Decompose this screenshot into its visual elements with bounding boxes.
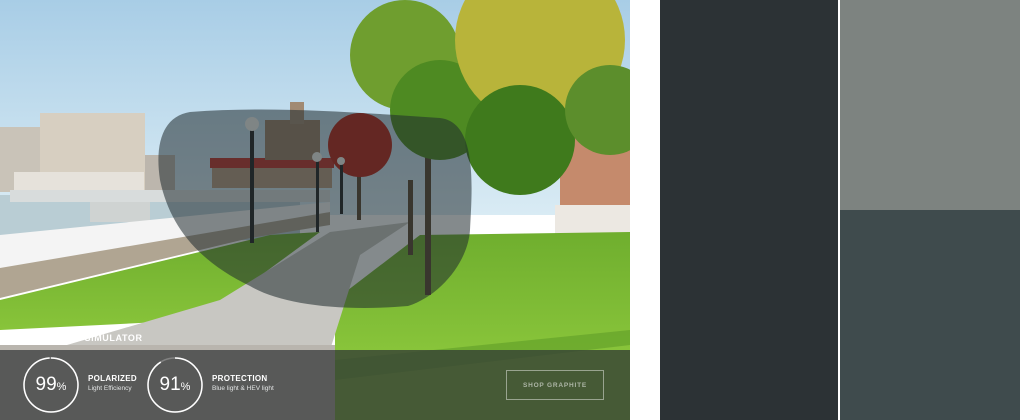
shop-graphite-button[interactable]: SHOP GRAPHITE <box>506 370 604 400</box>
lens-simulator: REVO LENS SIMULATOR 99% POLARIZED Light … <box>0 0 630 420</box>
protection-percentage: 91% <box>159 374 191 395</box>
color-swatch-dark-graphite[interactable] <box>660 0 838 420</box>
polarized-sublabel: Light Efficiency <box>88 385 132 392</box>
protection-sublabel: Blue light & HEV light <box>212 385 274 392</box>
color-swatch-slate[interactable] <box>840 210 1020 420</box>
protection-label: PROTECTION <box>212 374 268 383</box>
lens-simulator-title: REVO LENS SIMULATOR <box>24 333 143 343</box>
polarized-percentage: 99% <box>35 374 67 395</box>
color-swatch-light-gray[interactable] <box>840 0 1020 210</box>
lens-color-swatches <box>660 0 1020 420</box>
polarized-label: POLARIZED <box>88 374 137 383</box>
lens-info-bar: 99% POLARIZED Light Efficiency 91% PROTE… <box>0 350 630 420</box>
